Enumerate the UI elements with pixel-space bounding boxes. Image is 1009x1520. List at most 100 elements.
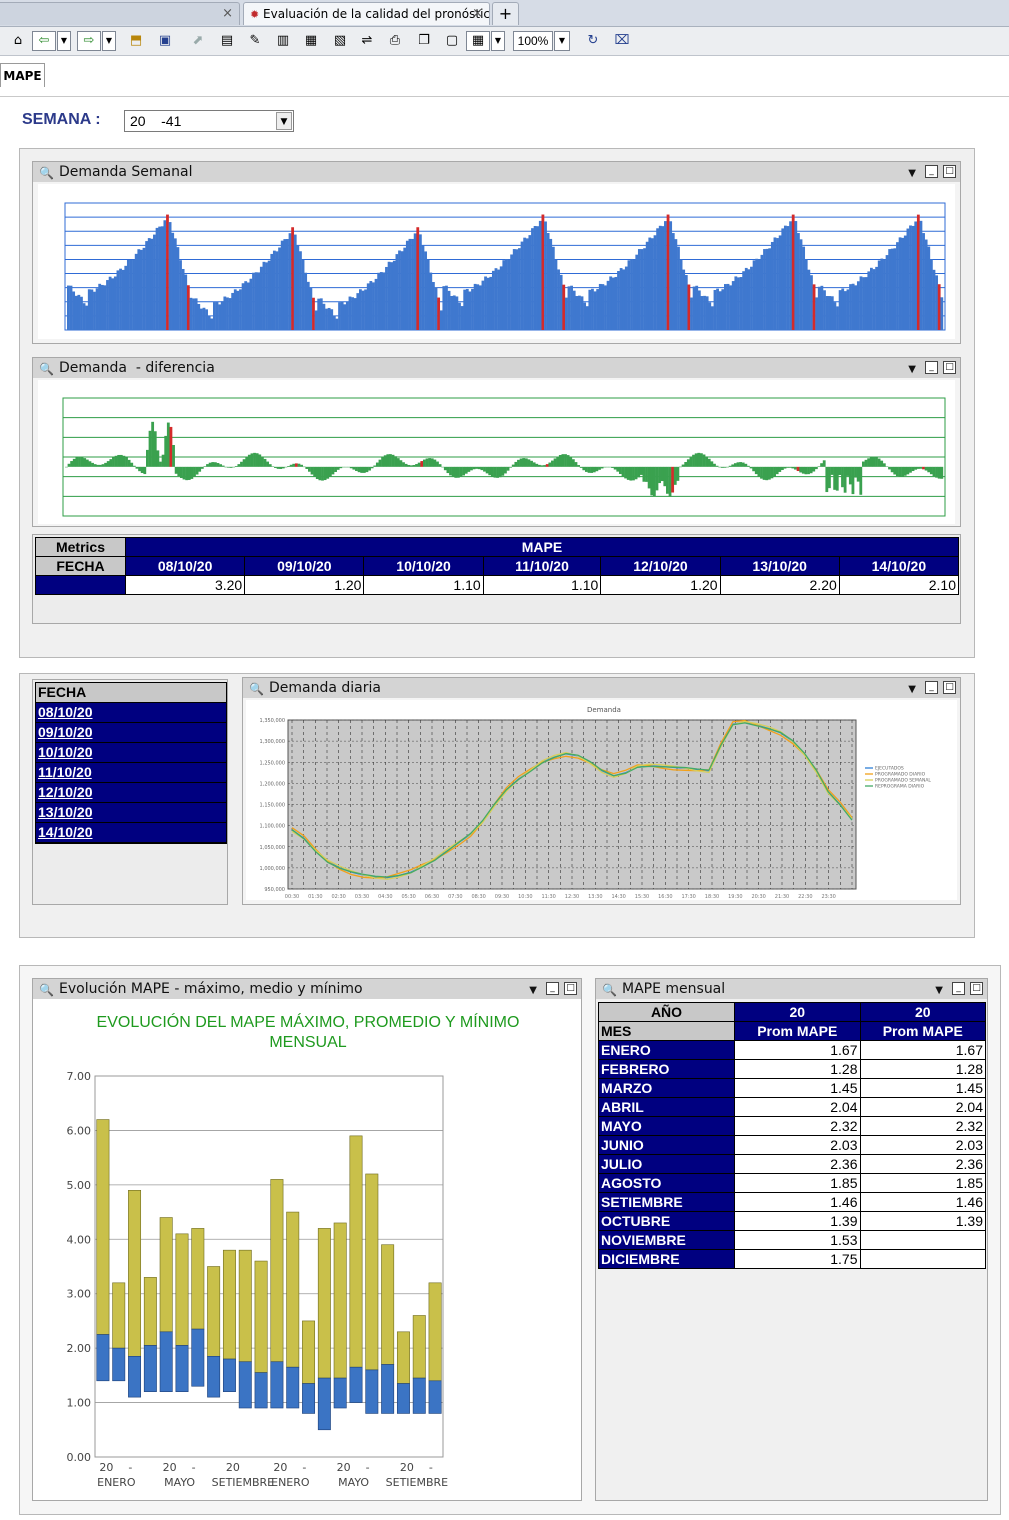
daily-x-tick: 01:30 — [308, 894, 322, 900]
fecha-list-item[interactable]: 14/10/20 — [36, 823, 226, 843]
daily-legend-label: PROGRAMADO DIARIO — [875, 772, 926, 778]
forward-dropdown-icon[interactable]: ▼ — [102, 31, 116, 51]
minimize-icon[interactable]: _ — [952, 982, 965, 995]
diff-bar — [490, 466, 494, 477]
weekly-bar — [322, 303, 326, 330]
share-icon[interactable]: ⇌ — [357, 31, 377, 51]
sheet-tab-mape[interactable]: MAPE — [0, 63, 45, 87]
diff-bar — [859, 466, 863, 495]
mape-value-cell: 1.85 — [734, 1173, 861, 1193]
weekly-bar — [233, 289, 237, 330]
fecha-list-item[interactable]: 08/10/20 — [36, 703, 226, 723]
diff-bar — [843, 466, 847, 493]
clipboard-icon[interactable]: ▦ — [301, 31, 321, 51]
fecha-list-item[interactable]: 11/10/20 — [36, 763, 226, 783]
search-icon[interactable]: 🔍 — [39, 163, 54, 183]
home-icon[interactable]: ⌂ — [8, 31, 28, 51]
weekly-bar — [359, 289, 362, 330]
fecha-list-item[interactable]: 12/10/20 — [36, 783, 226, 803]
search-icon[interactable]: 🔍 — [39, 980, 54, 1000]
back-button[interactable]: ⇦ — [32, 31, 56, 51]
chevron-down-icon[interactable]: ▼ — [276, 112, 292, 130]
diff-bar — [143, 466, 147, 475]
diff-bar — [119, 454, 123, 467]
diff-bar — [433, 459, 437, 467]
diff-bar — [347, 466, 351, 468]
edit-icon[interactable]: ✎ — [245, 31, 265, 51]
table-row: JULIO 2.36 2.36 — [598, 1154, 986, 1174]
new-tab-button[interactable]: + — [492, 2, 519, 25]
minimize-icon[interactable]: _ — [925, 361, 938, 374]
weekly-bar — [497, 269, 500, 330]
diff-bar — [80, 457, 84, 467]
copy-icon[interactable]: ❐ — [414, 31, 434, 51]
browser-tab-inactive[interactable]: × — [0, 2, 240, 25]
browser-tab-active[interactable]: ✹ Evaluación de la calidad del pronóstic… — [243, 2, 490, 25]
zoom-dropdown-icon[interactable]: ▼ — [554, 31, 570, 51]
diff-bar — [851, 466, 855, 495]
diff-bar — [898, 466, 902, 477]
fecha-list-item[interactable]: 09/10/20 — [36, 723, 226, 743]
search-icon[interactable]: 🔍 — [39, 359, 54, 379]
diff-bar — [255, 453, 259, 467]
weekly-bar — [846, 289, 850, 330]
weekly-bar — [747, 269, 751, 330]
table-view-icon[interactable]: ▦ — [466, 31, 490, 51]
forward-button[interactable]: ⇨ — [77, 31, 101, 51]
open-folder-icon[interactable]: ⬒ — [126, 31, 146, 51]
mape-value-cell: 1.75 — [734, 1249, 861, 1269]
close-tab-icon[interactable]: × — [222, 3, 233, 25]
maximize-icon[interactable]: □ — [970, 982, 983, 995]
menu-dropdown-icon[interactable]: ▼ — [908, 360, 916, 380]
diff-bar — [872, 456, 876, 467]
report-icon[interactable]: ▥ — [273, 31, 293, 51]
weekly-bar — [194, 298, 198, 330]
diff-bar — [608, 466, 612, 468]
evo-x-tick-year: 20 — [273, 1461, 287, 1474]
menu-dropdown-icon[interactable]: ▼ — [908, 680, 916, 700]
maximize-icon[interactable]: □ — [943, 681, 956, 694]
weekly-bar — [630, 258, 633, 330]
daily-demand-caption: 🔍 Demanda diaria ▼ _ □ — [243, 678, 960, 698]
paste-icon[interactable]: ▢ — [442, 31, 462, 51]
clear-selections-icon[interactable]: ⌧ — [612, 31, 632, 51]
weekly-bar — [937, 284, 941, 330]
minimize-icon[interactable]: _ — [925, 681, 938, 694]
minimize-icon[interactable]: _ — [546, 982, 559, 995]
minimize-icon[interactable]: _ — [925, 165, 938, 178]
export-icon[interactable]: ⬈ — [188, 31, 208, 51]
table-view-dropdown-icon[interactable]: ▼ — [491, 31, 505, 51]
search-icon[interactable]: 🔍 — [249, 679, 264, 699]
diff-bar — [472, 466, 476, 470]
weekly-bar — [199, 308, 203, 330]
maximize-icon[interactable]: □ — [564, 982, 577, 995]
weekly-bar — [585, 306, 589, 330]
menu-dropdown-icon[interactable]: ▼ — [935, 981, 943, 1001]
maximize-icon[interactable]: □ — [943, 361, 956, 374]
fecha-list-item[interactable]: 13/10/20 — [36, 803, 226, 823]
print-icon[interactable]: ⎙ — [385, 31, 405, 51]
diff-bar — [106, 461, 110, 467]
weekly-bar — [760, 254, 764, 330]
zoom-level-field[interactable]: 100% — [513, 31, 553, 51]
weekly-bar — [460, 306, 464, 330]
search-icon[interactable]: 🔍 — [602, 980, 617, 1000]
weekly-bar — [781, 228, 785, 330]
diff-bar — [352, 466, 356, 470]
menu-dropdown-icon[interactable]: ▼ — [529, 981, 537, 1001]
save-icon[interactable]: ▣ — [155, 31, 175, 51]
mape-value-cell: 2.32 — [859, 1116, 986, 1136]
fecha-list-item[interactable]: 10/10/20 — [36, 743, 226, 763]
page-icon[interactable]: ▧ — [330, 31, 350, 51]
diff-bar — [684, 462, 688, 467]
document-icon[interactable]: ▤ — [217, 31, 237, 51]
close-tab-icon[interactable]: × — [472, 3, 483, 25]
maximize-icon[interactable]: □ — [943, 165, 956, 178]
back-dropdown-icon[interactable]: ▼ — [57, 31, 71, 51]
weekly-bar — [278, 247, 281, 330]
refresh-icon[interactable]: ↻ — [583, 31, 603, 51]
menu-dropdown-icon[interactable]: ▼ — [908, 164, 916, 184]
semana-select[interactable]: 20 -41 ▼ — [124, 110, 294, 132]
weekly-bar — [210, 318, 214, 330]
diff-bar — [213, 462, 217, 467]
